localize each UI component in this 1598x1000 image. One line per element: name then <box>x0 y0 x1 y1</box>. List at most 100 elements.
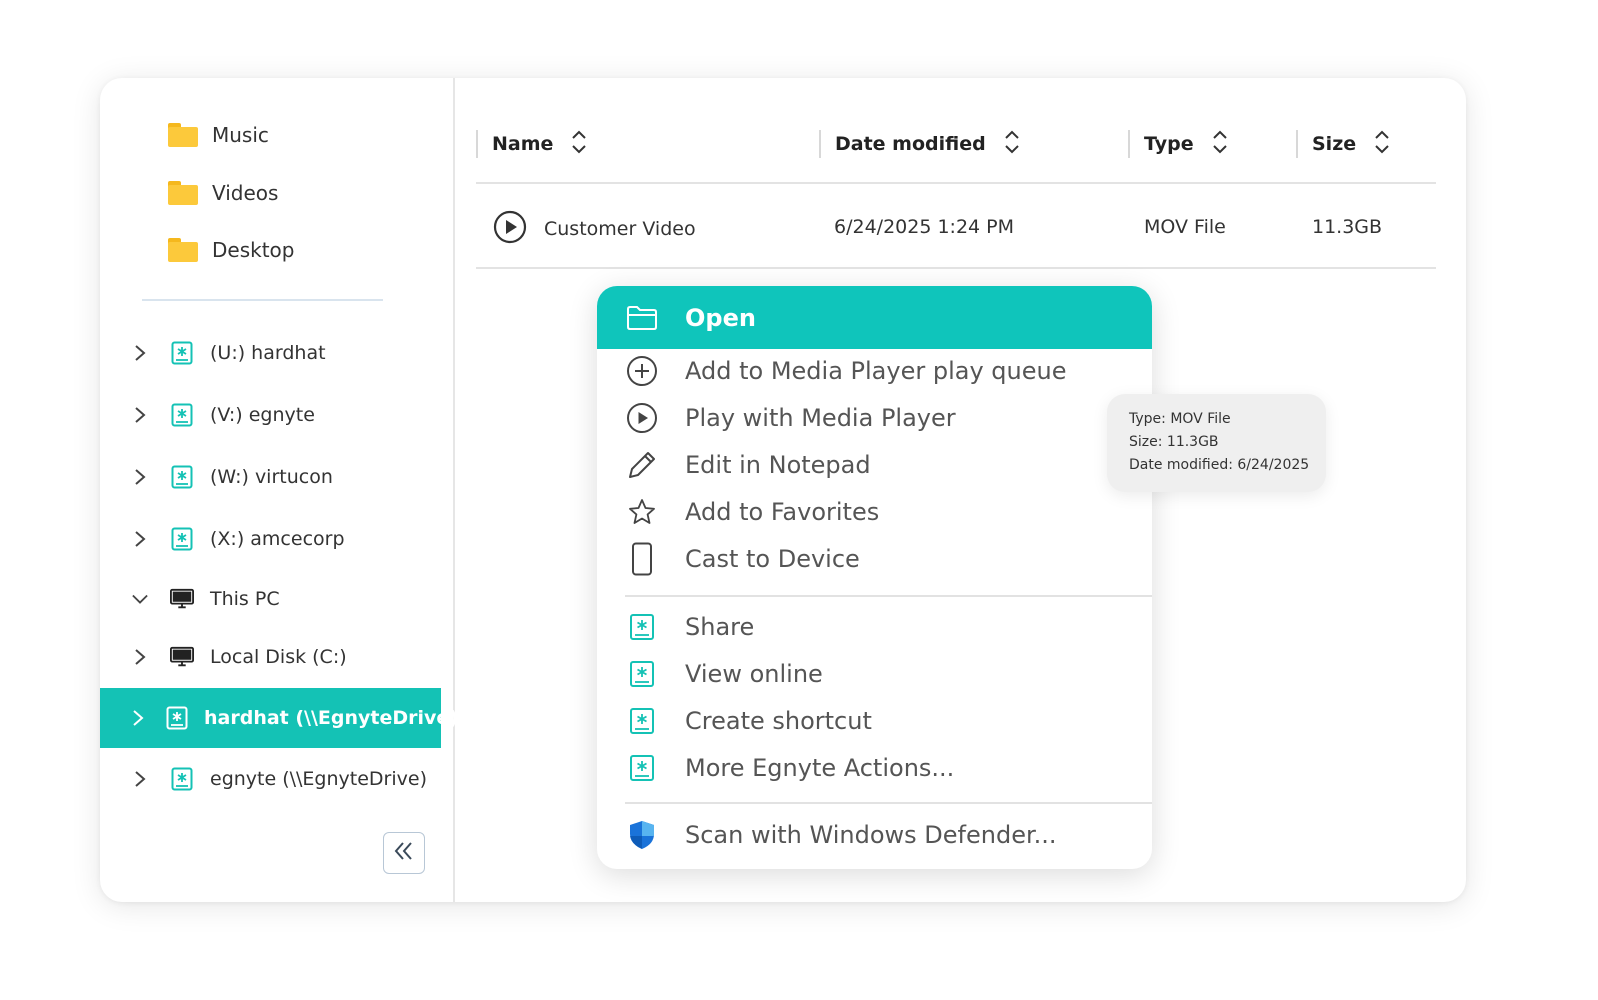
plus-circle-icon <box>625 354 659 388</box>
play-circle-icon <box>625 401 659 435</box>
sidebar-folder-desktop[interactable]: Desktop <box>168 230 294 270</box>
chevron-down-icon[interactable] <box>132 591 148 607</box>
tree-item-label: Local Disk (C:) <box>210 646 347 668</box>
monitor-icon <box>170 587 194 611</box>
tree-item-label: (V:) egnyte <box>210 404 315 426</box>
egnyte-icon <box>625 610 659 644</box>
tree-item-local-disk-c[interactable]: Local Disk (C:) <box>100 627 441 687</box>
menu-item-add-to-favorites[interactable]: Add to Favorites <box>597 488 1152 535</box>
sort-icon[interactable] <box>1212 129 1228 159</box>
chevron-right-icon[interactable] <box>132 531 148 547</box>
column-header-date-modified[interactable]: Date modified <box>819 124 1020 164</box>
tree-item-this-pc[interactable]: This PC <box>100 569 441 629</box>
sidebar-folder-label: Desktop <box>212 238 295 262</box>
egnyte-drive-icon <box>170 341 194 365</box>
column-header-name[interactable]: Name <box>476 124 587 164</box>
menu-item-label: Cast to Device <box>685 544 860 573</box>
chevron-right-icon[interactable] <box>132 407 148 423</box>
sort-icon[interactable] <box>1374 129 1390 159</box>
menu-item-label: Edit in Notepad <box>685 450 871 479</box>
tree-item-label: This PC <box>210 588 280 610</box>
sidebar-folder-label: Videos <box>212 181 279 205</box>
file-type: MOV File <box>1144 216 1226 238</box>
pencil-icon <box>625 448 659 482</box>
menu-item-label: Create shortcut <box>685 706 872 735</box>
menu-item-play-with-media-player[interactable]: Play with Media Player <box>597 394 1152 441</box>
egnyte-icon <box>625 704 659 738</box>
row-divider <box>476 267 1436 269</box>
sidebar-folder-label: Music <box>212 123 269 147</box>
egnyte-icon <box>625 657 659 691</box>
egnyte-drive-icon <box>170 767 194 791</box>
double-chevron-left-icon <box>393 841 415 865</box>
sort-icon[interactable] <box>571 129 587 159</box>
tree-item-hardhat-egnytedrive[interactable]: hardhat (\\EgnyteDrive) <box>100 688 458 748</box>
egnyte-drive-icon <box>166 706 188 730</box>
folder-icon <box>168 181 198 205</box>
shield-icon <box>625 818 659 852</box>
sidebar-separator <box>142 299 383 301</box>
menu-item-label: Scan with Windows Defender... <box>685 820 1057 849</box>
menu-item-label: View online <box>685 659 823 688</box>
menu-item-label: Share <box>685 612 755 641</box>
egnyte-drive-icon <box>170 465 194 489</box>
tree-item-x-amcecorp[interactable]: (X:) amcecorp <box>100 509 441 569</box>
folder-open-icon <box>625 301 659 335</box>
menu-item-add-to-media-player-queue[interactable]: Add to Media Player play queue <box>597 347 1152 394</box>
sidebar-folder-videos[interactable]: Videos <box>168 173 278 213</box>
folder-icon <box>168 123 198 147</box>
tree-item-u-hardhat[interactable]: (U:) hardhat <box>100 323 441 383</box>
collapse-sidebar-button[interactable] <box>383 832 425 874</box>
menu-item-more-egnyte-actions[interactable]: More Egnyte Actions... <box>597 744 1152 791</box>
column-header-size[interactable]: Size <box>1296 124 1390 164</box>
column-separator <box>819 130 821 158</box>
tree-item-label: (X:) amcecorp <box>210 528 345 550</box>
column-header-label: Name <box>492 133 554 155</box>
egnyte-drive-icon <box>170 403 194 427</box>
chevron-right-icon[interactable] <box>132 771 148 787</box>
tooltip-date-modified: Date modified: 6/24/2025 <box>1129 457 1310 473</box>
column-separator <box>1296 130 1298 158</box>
menu-item-edit-in-notepad[interactable]: Edit in Notepad <box>597 441 1152 488</box>
chevron-right-icon[interactable] <box>132 345 148 361</box>
chevron-right-icon[interactable] <box>132 469 148 485</box>
menu-item-scan-windows-defender[interactable]: Scan with Windows Defender... <box>597 811 1152 858</box>
sidebar-folder-music[interactable]: Music <box>168 115 269 155</box>
monitor-icon <box>170 645 194 669</box>
tree-item-label: (W:) virtucon <box>210 466 333 488</box>
tree-item-label: (U:) hardhat <box>210 342 326 364</box>
tree-item-label: hardhat (\\EgnyteDrive) <box>204 707 458 729</box>
tooltip-type: Type: MOV File <box>1129 411 1231 427</box>
folder-icon <box>168 238 198 262</box>
column-header-label: Type <box>1144 133 1194 155</box>
column-header-type[interactable]: Type <box>1128 124 1228 164</box>
menu-item-view-online[interactable]: View online <box>597 650 1152 697</box>
tree-item-label: egnyte (\\EgnyteDrive) <box>210 768 427 790</box>
chevron-right-icon[interactable] <box>132 710 144 726</box>
file-name: Customer Video <box>544 218 696 240</box>
tree-item-egnyte-egnytedrive[interactable]: egnyte (\\EgnyteDrive) <box>100 749 441 809</box>
column-separator <box>1128 130 1130 158</box>
header-divider <box>476 182 1436 184</box>
file-info-tooltip: Type: MOV File Size: 11.3GB Date modifie… <box>1107 394 1326 492</box>
menu-item-label: Add to Favorites <box>685 497 880 526</box>
play-circle-icon <box>493 210 527 248</box>
tooltip-size: Size: 11.3GB <box>1129 434 1219 450</box>
chevron-right-icon[interactable] <box>132 649 148 665</box>
menu-item-open[interactable]: Open <box>597 286 1152 349</box>
egnyte-icon <box>625 751 659 785</box>
tree-item-w-virtucon[interactable]: (W:) virtucon <box>100 447 441 507</box>
sidebar-divider[interactable] <box>453 78 455 902</box>
file-size: 11.3GB <box>1312 216 1383 238</box>
context-menu: Open Add to Media Player play queue Play… <box>597 286 1152 869</box>
phone-icon <box>625 542 659 576</box>
tree-item-v-egnyte[interactable]: (V:) egnyte <box>100 385 441 445</box>
menu-item-share[interactable]: Share <box>597 603 1152 650</box>
menu-separator <box>625 595 1152 597</box>
sort-icon[interactable] <box>1004 129 1020 159</box>
menu-item-cast-to-device[interactable]: Cast to Device <box>597 535 1152 582</box>
menu-item-label: More Egnyte Actions... <box>685 753 955 782</box>
column-header-label: Size <box>1312 133 1357 155</box>
column-separator <box>476 130 478 158</box>
menu-item-create-shortcut[interactable]: Create shortcut <box>597 697 1152 744</box>
